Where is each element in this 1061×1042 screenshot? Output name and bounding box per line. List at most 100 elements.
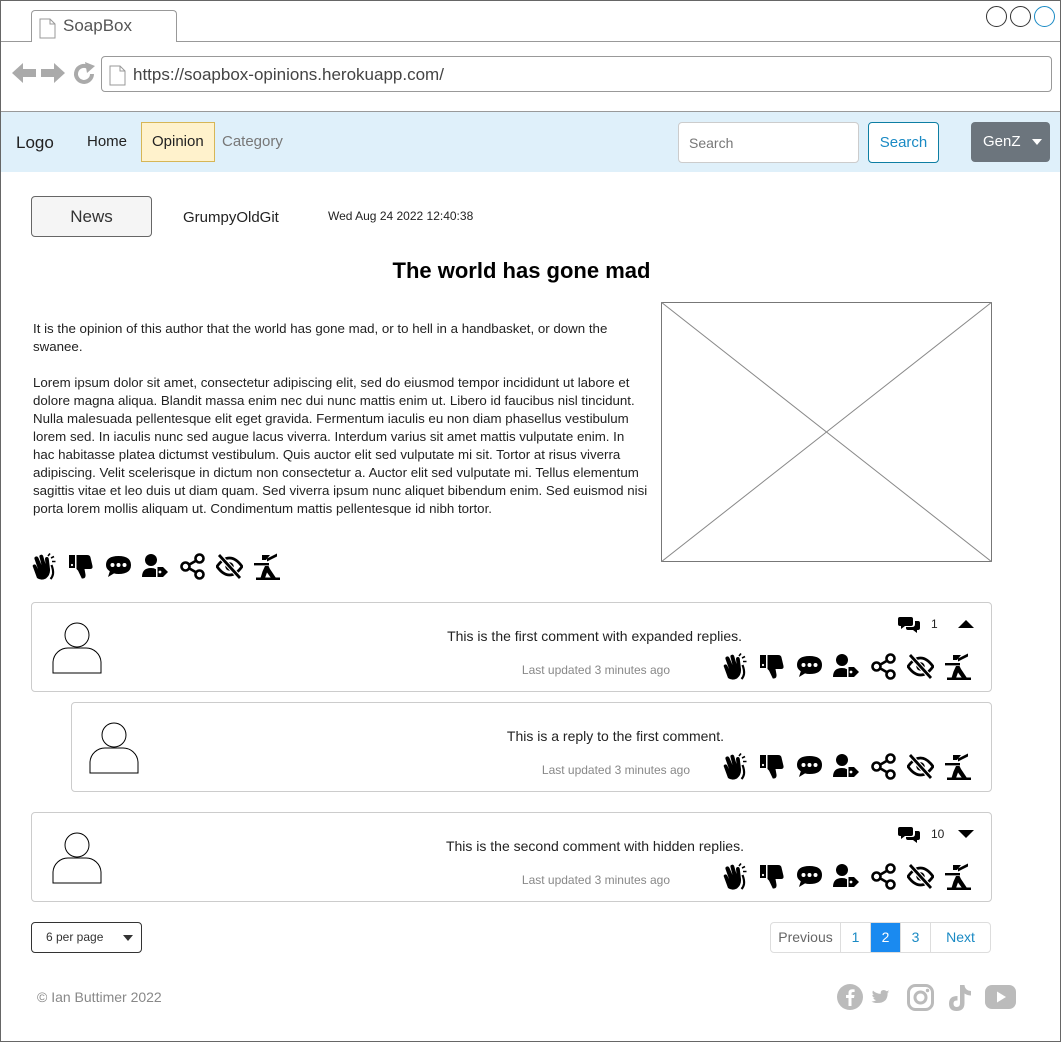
report-icon [945, 863, 971, 890]
chevron-down-icon [1032, 139, 1042, 145]
facebook-icon[interactable] [837, 984, 863, 1010]
avatar-icon [89, 722, 139, 774]
share-icon [180, 553, 205, 580]
url-text: https://soapbox-opinions.herokuapp.com/ [133, 65, 444, 84]
search-button[interactable]: Search [868, 122, 939, 163]
page-3-button[interactable]: 3 [901, 923, 931, 952]
article-paragraph: Lorem ipsum dolor sit amet, consectetur … [33, 375, 648, 516]
user-menu-label: GenZ [983, 133, 1021, 150]
hide-icon [216, 553, 243, 580]
reload-icon[interactable] [72, 62, 96, 86]
nav-category-link[interactable]: Category [212, 122, 293, 162]
collapse-replies-icon[interactable] [958, 620, 974, 628]
pagination: Previous 1 2 3 Next [770, 922, 991, 953]
report-icon [254, 553, 280, 580]
url-input[interactable]: https://soapbox-opinions.herokuapp.com/ [101, 56, 1052, 92]
page-2-button[interactable]: 2 [871, 923, 901, 952]
article-body: It is the opinion of this author that th… [33, 320, 648, 518]
hide-icon [907, 653, 934, 680]
clap-icon [32, 553, 56, 580]
per-page-value: 6 per page [46, 930, 104, 944]
comment-timestamp: Last updated 3 minutes ago [521, 663, 670, 677]
share-button[interactable] [870, 753, 897, 780]
report-button[interactable] [944, 753, 971, 780]
user-tag-button[interactable] [833, 863, 860, 890]
user-tag-icon [142, 554, 168, 577]
clap-button[interactable] [722, 653, 749, 680]
browser-address-bar: https://soapbox-opinions.herokuapp.com/ [1, 42, 1060, 112]
comment-button[interactable] [796, 863, 823, 890]
thumbs-down-icon [69, 555, 93, 579]
report-button[interactable] [253, 553, 280, 580]
nav-home-link[interactable]: Home [77, 122, 137, 162]
hide-button[interactable] [907, 753, 934, 780]
comment-text: This is the second comment with hidden r… [445, 838, 744, 854]
article-paragraph: It is the opinion of this author that th… [33, 321, 608, 354]
twitter-icon[interactable] [871, 990, 890, 1005]
report-button[interactable] [944, 653, 971, 680]
article-actions [31, 553, 290, 580]
instagram-icon[interactable] [907, 984, 934, 1011]
reply-count: 10 [931, 827, 945, 841]
user-tag-button[interactable] [833, 653, 860, 680]
user-menu-button[interactable]: GenZ [971, 122, 1050, 162]
avatar-icon [52, 832, 102, 884]
expand-replies-icon[interactable] [958, 830, 974, 838]
hide-button[interactable] [907, 653, 934, 680]
share-button[interactable] [870, 863, 897, 890]
forward-arrow-icon[interactable] [41, 62, 65, 84]
user-tag-icon [833, 754, 859, 777]
comment-button[interactable] [796, 753, 823, 780]
comment-button[interactable] [796, 653, 823, 680]
user-tag-button[interactable] [142, 553, 169, 580]
comment-card: 1 This is the first comment with expande… [31, 602, 992, 692]
article-date: Wed Aug 24 2022 12:40:38 [328, 209, 474, 223]
comment-actions [722, 753, 981, 780]
window-minimize-button[interactable] [986, 6, 1007, 27]
category-button[interactable]: News [31, 196, 152, 237]
logo[interactable]: Logo [16, 133, 54, 153]
clap-button[interactable] [722, 753, 749, 780]
share-button[interactable] [179, 553, 206, 580]
back-arrow-icon[interactable] [12, 62, 36, 84]
comment-button[interactable] [105, 553, 132, 580]
replies-icon [898, 827, 920, 843]
thumbs-down-icon [760, 865, 784, 889]
document-icon [109, 65, 126, 86]
tiktok-icon[interactable] [947, 984, 973, 1012]
clap-button[interactable] [722, 863, 749, 890]
youtube-icon[interactable] [985, 985, 1016, 1009]
next-page-button[interactable]: Next [931, 923, 990, 952]
comment-actions [722, 653, 981, 680]
article-image-placeholder [661, 302, 992, 562]
clap-button[interactable] [31, 553, 58, 580]
reply-count: 1 [931, 617, 938, 631]
user-tag-button[interactable] [833, 753, 860, 780]
thumbs-down-icon [760, 655, 784, 679]
thumbs-down-button[interactable] [759, 753, 786, 780]
share-button[interactable] [870, 653, 897, 680]
report-icon [945, 653, 971, 680]
previous-page-button[interactable]: Previous [771, 923, 841, 952]
thumbs-down-button[interactable] [759, 863, 786, 890]
comment-card: 10 This is the second comment with hidde… [31, 812, 992, 902]
comment-timestamp: Last updated 3 minutes ago [521, 873, 670, 887]
comment-text: This is a reply to the first comment. [506, 728, 724, 744]
clap-icon [723, 653, 747, 680]
article-author[interactable]: GrumpyOldGit [183, 209, 279, 226]
browser-tab[interactable]: SoapBox [31, 10, 177, 43]
page-1-button[interactable]: 1 [841, 923, 871, 952]
report-icon [945, 753, 971, 780]
hide-button[interactable] [216, 553, 243, 580]
per-page-select[interactable]: 6 per page [31, 922, 142, 953]
thumbs-down-button[interactable] [68, 553, 95, 580]
window-maximize-button[interactable] [1010, 6, 1031, 27]
search-input[interactable] [678, 122, 859, 163]
report-button[interactable] [944, 863, 971, 890]
share-icon [871, 653, 896, 680]
thumbs-down-button[interactable] [759, 653, 786, 680]
window-close-button[interactable] [1034, 6, 1055, 27]
nav-opinion-link[interactable]: Opinion [141, 122, 215, 162]
browser-tab-bar: SoapBox [1, 1, 1060, 43]
hide-button[interactable] [907, 863, 934, 890]
